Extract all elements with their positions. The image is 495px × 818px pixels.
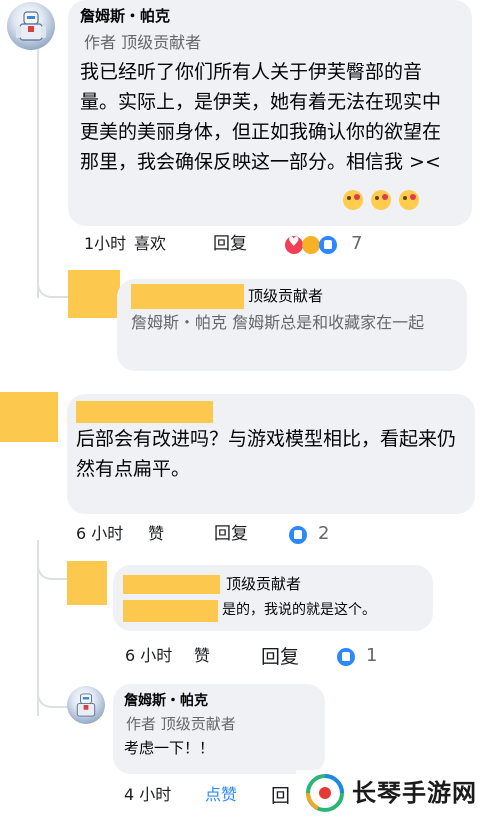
thread-connector (37, 670, 71, 708)
thread-connector (37, 540, 71, 580)
redacted-avatar (67, 561, 107, 605)
comment-badge: 顶级贡献者 (226, 575, 302, 593)
emoji-icon (399, 190, 419, 210)
reply-button[interactable]: 回复 (261, 645, 299, 669)
comment-time[interactable]: 4 小时 (124, 784, 171, 806)
redacted-avatar (0, 392, 58, 442)
comment-text: 詹姆斯・帕克 詹姆斯总是和收藏家在一起 (131, 313, 425, 332)
redacted-name (123, 575, 220, 594)
robot-figure-icon (76, 693, 96, 717)
reaction-count[interactable]: 7 (351, 233, 362, 254)
thread-connector (37, 262, 71, 298)
avatar[interactable] (7, 2, 55, 50)
comment-text: 后部会有改进吗？与游戏模型相比，看起来仍然有点扁平。 (76, 428, 457, 480)
emoji-icon (371, 190, 391, 210)
avatar[interactable] (67, 686, 105, 724)
redacted-name (131, 284, 244, 309)
comment-author[interactable]: 詹姆斯・帕克 (124, 692, 208, 711)
comment-author[interactable]: 詹姆斯・帕克 (80, 6, 170, 26)
redacted-name (76, 401, 213, 423)
emoji-icon (343, 190, 363, 210)
reply-button[interactable]: 回复 (213, 233, 247, 255)
redacted-avatar (68, 270, 120, 318)
thread-line (37, 48, 39, 298)
comment-text: 考虑一下！！ (124, 739, 215, 757)
comment-text: 是的，我说的就是这个。 (222, 602, 376, 618)
comment-text: 我已经听了你们所有人关于伊芙臀部的音量。实际上，是伊芙，她有着无法在现实中更美的… (80, 61, 442, 173)
reply-button[interactable]: 回 (271, 784, 290, 808)
comment-badges: 作者 顶级贡献者 (84, 33, 202, 52)
like-button[interactable]: 赞 (194, 645, 210, 667)
redacted-text (123, 600, 218, 622)
watermark-text: 长琴手游网 (352, 779, 477, 807)
like-reaction-icon (337, 648, 355, 666)
like-button[interactable]: 赞 (148, 523, 164, 545)
comment-time[interactable]: 6 小时 (76, 523, 123, 545)
watermark-logo-icon (306, 774, 344, 812)
like-reaction-icon (319, 236, 337, 254)
reaction-count[interactable]: 1 (366, 645, 377, 666)
like-button[interactable]: 喜欢 (134, 233, 166, 255)
comment-badge: 顶级贡献者 (248, 287, 324, 305)
like-reaction-icon (289, 526, 307, 544)
love-reaction-icon (285, 235, 303, 254)
comment-badges: 作者 顶级贡献者 (126, 715, 236, 733)
like-button[interactable]: 点赞 (205, 784, 237, 806)
comment-time[interactable]: 6 小时 (125, 645, 172, 667)
robot-figure-icon (16, 11, 46, 41)
reply-button[interactable]: 回复 (214, 523, 248, 545)
haha-reaction-icon (302, 236, 320, 254)
reaction-count[interactable]: 2 (318, 523, 329, 544)
comment-time[interactable]: 1小时 (84, 233, 126, 255)
